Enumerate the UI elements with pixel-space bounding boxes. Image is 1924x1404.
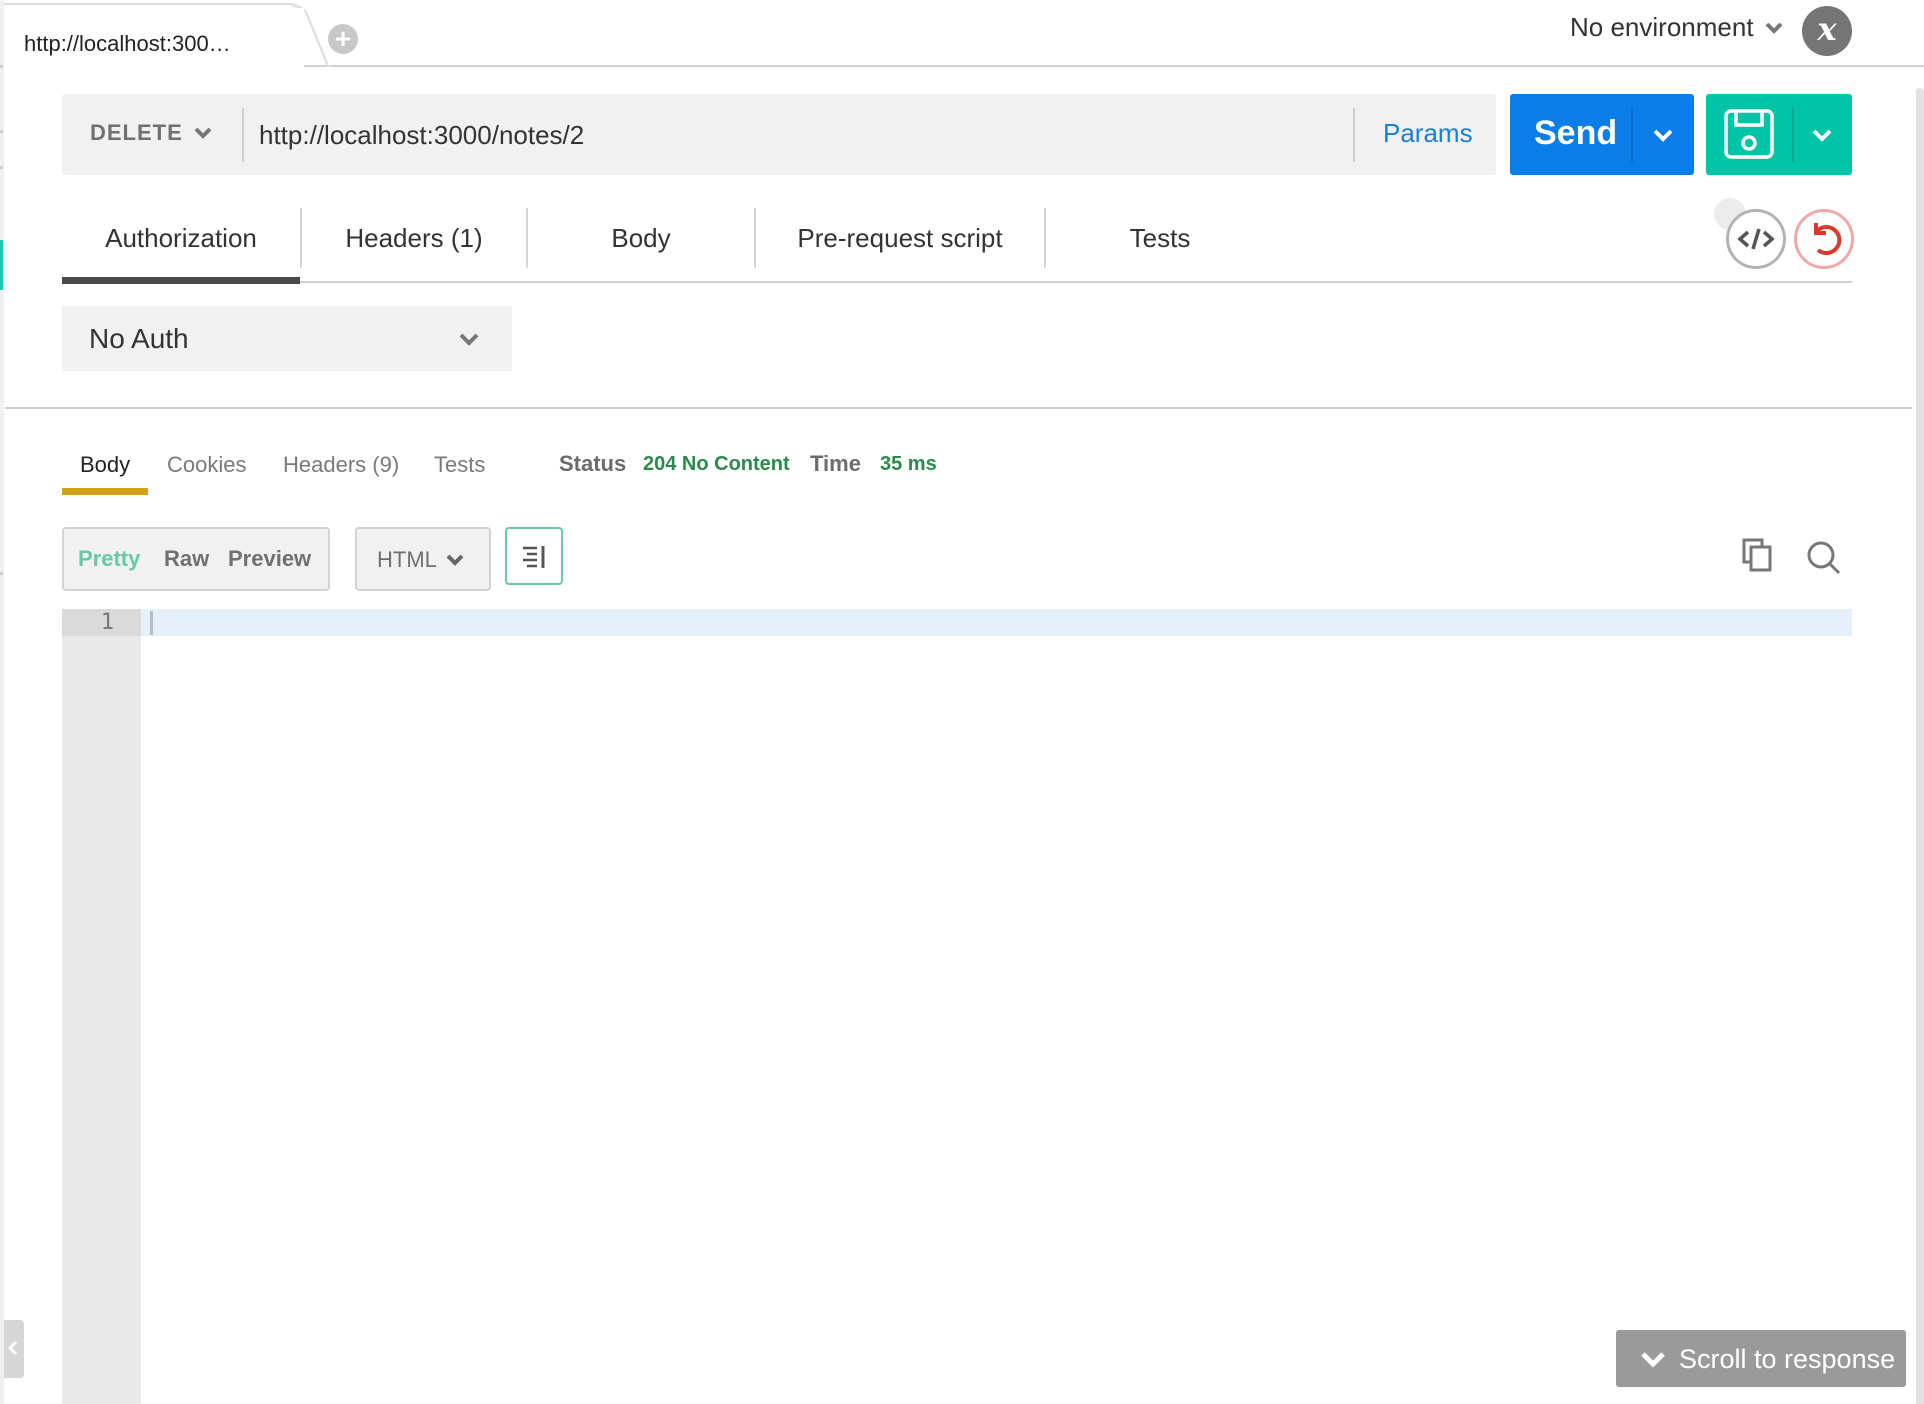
time-value: 35 ms bbox=[880, 453, 937, 475]
send-label: Send bbox=[1534, 114, 1618, 152]
chevron-down-icon bbox=[194, 127, 212, 139]
save-button[interactable] bbox=[1706, 94, 1852, 175]
auth-type-label: No Auth bbox=[89, 323, 189, 354]
copy-icon[interactable] bbox=[1740, 538, 1774, 572]
divider bbox=[1631, 108, 1633, 162]
status-value: 204 No Content bbox=[643, 453, 790, 475]
scroll-to-response-label: Scroll to response bbox=[1679, 1344, 1896, 1374]
method-label: DELETE bbox=[90, 120, 183, 145]
divider bbox=[242, 108, 244, 162]
sidebar-tick bbox=[0, 130, 3, 133]
format-raw-button[interactable]: Raw bbox=[164, 546, 209, 572]
language-select[interactable]: HTML bbox=[355, 527, 491, 591]
time-label: Time bbox=[810, 451, 861, 476]
tab-body[interactable]: Body bbox=[528, 208, 754, 268]
vertical-scrollbar[interactable] bbox=[1916, 88, 1924, 1404]
chevron-down-icon[interactable] bbox=[1651, 126, 1675, 144]
request-tabs-border bbox=[62, 281, 1852, 283]
text-cursor bbox=[150, 611, 153, 635]
environment-quick-look-button[interactable]: x bbox=[1802, 6, 1852, 56]
sidebar-tick bbox=[0, 572, 3, 575]
params-button[interactable]: Params bbox=[1383, 118, 1473, 149]
variable-x-icon: x bbox=[1817, 10, 1837, 48]
send-button[interactable]: Send bbox=[1510, 94, 1694, 175]
tab-headers[interactable]: Headers (1) bbox=[302, 208, 526, 268]
chevron-down-icon[interactable] bbox=[1810, 126, 1834, 144]
format-pretty-button[interactable]: Pretty bbox=[78, 546, 140, 572]
sidebar-strip bbox=[0, 0, 4, 1404]
sidebar-tick bbox=[0, 65, 3, 68]
active-tab-indicator bbox=[62, 488, 148, 495]
auth-type-select[interactable]: No Auth bbox=[62, 306, 512, 371]
chevron-down-icon bbox=[1641, 1352, 1665, 1368]
editor-active-line[interactable] bbox=[141, 609, 1852, 636]
active-tab-indicator bbox=[62, 277, 300, 284]
divider bbox=[1353, 108, 1355, 162]
tab-bar-border bbox=[300, 65, 1924, 67]
environment-select[interactable]: No environment bbox=[1570, 12, 1784, 43]
chevron-left-icon bbox=[8, 1340, 18, 1356]
generate-code-button[interactable] bbox=[1726, 209, 1786, 269]
wrap-lines-button[interactable] bbox=[505, 527, 563, 585]
response-tab-tests[interactable]: Tests bbox=[434, 452, 485, 478]
collapse-sidebar-button[interactable] bbox=[4, 1320, 24, 1378]
code-icon bbox=[1737, 228, 1775, 250]
wrap-text-icon bbox=[523, 546, 545, 568]
response-tab-cookies[interactable]: Cookies bbox=[167, 452, 246, 478]
chevron-down-icon bbox=[459, 333, 479, 346]
sidebar-active-indicator bbox=[0, 240, 3, 290]
floppy-disk-icon bbox=[1724, 109, 1774, 159]
format-preview-button[interactable]: Preview bbox=[228, 546, 311, 572]
format-toggle-group: Pretty Raw Preview bbox=[62, 527, 330, 591]
section-divider bbox=[5, 407, 1912, 409]
scroll-to-response-button[interactable]: Scroll to response bbox=[1616, 1330, 1906, 1387]
chevron-down-icon bbox=[446, 554, 464, 566]
url-input[interactable] bbox=[259, 110, 1339, 160]
request-tab[interactable]: http://localhost:300… bbox=[4, 3, 304, 68]
tab-edge bbox=[292, 6, 332, 68]
environment-label: No environment bbox=[1570, 12, 1754, 42]
response-tab-body[interactable]: Body bbox=[80, 452, 130, 478]
response-tab-headers[interactable]: Headers (9) bbox=[283, 452, 399, 478]
undo-icon bbox=[1814, 223, 1842, 256]
status-label: Status bbox=[559, 451, 627, 476]
tab-authorization[interactable]: Authorization bbox=[62, 208, 300, 268]
reset-button[interactable] bbox=[1794, 209, 1854, 269]
tab-pre-request-script[interactable]: Pre-request script bbox=[756, 208, 1044, 268]
method-select[interactable]: DELETE bbox=[90, 120, 213, 146]
language-label: HTML bbox=[377, 547, 437, 572]
plus-circle-icon: + bbox=[334, 23, 352, 54]
divider bbox=[1792, 108, 1794, 162]
line-number: 1 bbox=[100, 610, 114, 635]
search-icon[interactable] bbox=[1806, 540, 1842, 576]
chevron-down-icon bbox=[1765, 22, 1782, 34]
editor-gutter bbox=[62, 609, 141, 1404]
sidebar-tick bbox=[0, 166, 3, 169]
tab-tests[interactable]: Tests bbox=[1046, 208, 1274, 268]
request-tab-label: http://localhost:300… bbox=[24, 31, 231, 56]
new-tab-button[interactable]: + bbox=[328, 24, 358, 54]
url-bar: DELETE Params bbox=[62, 94, 1496, 175]
